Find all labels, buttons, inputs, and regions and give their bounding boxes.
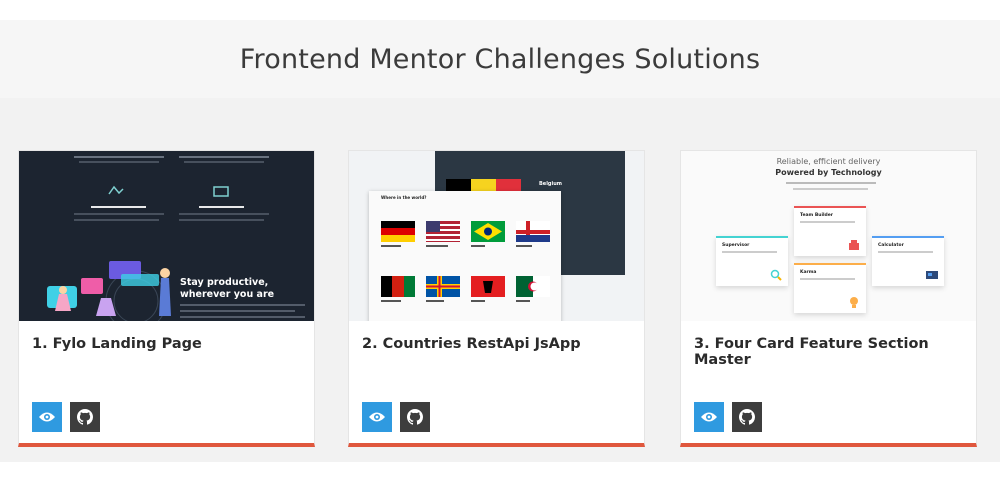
page-title: Frontend Mentor Challenges Solutions [239, 43, 761, 75]
project-thumbnail-2[interactable]: Belgium Where in the world? [349, 151, 644, 321]
github-button[interactable] [400, 402, 430, 432]
project-card-1: Stay productive, wherever you are 1. Fyl… [18, 150, 315, 447]
project-title: 1. Fylo Landing Page [32, 336, 202, 352]
page-header: Frontend Mentor Challenges Solutions [0, 20, 1000, 98]
project-thumbnail-3[interactable]: Reliable, efficient delivery Powered by … [681, 151, 976, 321]
project-card-2: Belgium Where in the world? 2. Countries… [348, 150, 645, 447]
project-title: 2. Countries RestApi JsApp [362, 336, 581, 352]
live-preview-button[interactable] [362, 402, 392, 432]
github-icon [77, 409, 93, 425]
project-card-3: Reliable, efficient delivery Powered by … [680, 150, 977, 447]
eye-icon [369, 412, 385, 422]
live-preview-button[interactable] [32, 402, 62, 432]
eye-icon [39, 412, 55, 422]
github-icon [739, 409, 755, 425]
thumb-headline: Stay productive, wherever you are [180, 277, 275, 300]
live-preview-button[interactable] [694, 402, 724, 432]
github-button[interactable] [70, 402, 100, 432]
project-title: 3. Four Card Feature Section Master [694, 336, 929, 368]
github-button[interactable] [732, 402, 762, 432]
eye-icon [701, 412, 717, 422]
github-icon [407, 409, 423, 425]
project-thumbnail-1[interactable]: Stay productive, wherever you are [19, 151, 314, 321]
